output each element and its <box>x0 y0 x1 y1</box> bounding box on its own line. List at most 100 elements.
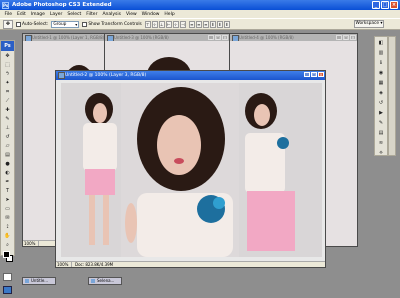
auto-select-label: Auto-Select: <box>22 21 49 27</box>
screen-mode-icon[interactable] <box>3 286 12 294</box>
transform-controls-option[interactable]: Show Transform Controls <box>82 21 142 27</box>
distribute-buttons: ≡ ≡ ≡ ⦀ ⦀ ⦀ <box>188 20 230 28</box>
align-bottom-icon[interactable]: ⊥ <box>158 20 165 28</box>
clone-stamp-icon[interactable]: ⊥ <box>2 124 13 132</box>
distribute-right-icon[interactable]: ⦀ <box>223 20 230 28</box>
distribute-left-icon[interactable]: ⦀ <box>209 20 216 28</box>
pen-icon[interactable]: ✒ <box>2 178 13 186</box>
menu-image[interactable]: Image <box>28 12 47 17</box>
tool-preset-picker[interactable]: ✥ <box>3 19 13 29</box>
document-window-2[interactable]: Untitled-3 @ 100% (RGB/8) _ □ × <box>104 33 230 73</box>
document-2-maximize-button[interactable]: □ <box>215 35 221 40</box>
distribute-middle-icon[interactable]: ≡ <box>195 20 202 28</box>
document-3-minimize-button[interactable]: _ <box>336 35 342 40</box>
blur-icon[interactable]: ● <box>2 160 13 168</box>
zoom-icon[interactable]: ⌕ <box>2 241 13 249</box>
slice-icon[interactable]: ⟋ <box>2 97 13 105</box>
minimized-doc-2[interactable]: Selena... <box>88 277 122 285</box>
transform-controls-checkbox[interactable] <box>82 21 88 27</box>
document-2-minimize-button[interactable]: _ <box>208 35 214 40</box>
active-document-controls: _ □ × <box>304 72 324 77</box>
styles-icon[interactable]: ◈ <box>376 89 386 97</box>
auto-select-dropdown[interactable]: Group <box>51 20 80 28</box>
navigator-icon[interactable]: ◧ <box>376 39 386 47</box>
path-selection-icon[interactable]: ➤ <box>2 196 13 204</box>
crop-icon[interactable]: ⌗ <box>2 88 13 96</box>
type-icon[interactable]: T <box>2 187 13 195</box>
lasso-icon[interactable]: ϟ <box>2 70 13 78</box>
layers-icon[interactable]: ▤ <box>376 129 386 137</box>
swatches-icon[interactable]: ▦ <box>376 79 386 87</box>
align-left-icon[interactable]: ⊢ <box>165 20 172 28</box>
channels-icon[interactable]: ≋ <box>376 139 386 147</box>
menu-help[interactable]: Help <box>162 12 177 17</box>
eraser-icon[interactable]: ▱ <box>2 142 13 150</box>
document-window-active[interactable]: Untitled-2 @ 100% (Layer 3, RGB/8) _ □ × <box>55 70 326 268</box>
active-document-size[interactable]: Doc: 823.8K/4.39M <box>72 262 113 267</box>
info-icon[interactable]: ℹ <box>376 59 386 67</box>
notes-icon[interactable]: ✉ <box>2 214 13 222</box>
align-top-icon[interactable]: ⊤ <box>144 20 151 28</box>
dodge-icon[interactable]: ◐ <box>2 169 13 177</box>
left-figure <box>83 93 117 245</box>
foreground-color-swatch[interactable] <box>3 251 10 258</box>
auto-select-option[interactable]: Auto-Select: <box>16 21 49 27</box>
minimized-doc-1[interactable]: Untitle... <box>22 277 56 285</box>
document-3-maximize-button[interactable]: □ <box>343 35 349 40</box>
align-middle-icon[interactable]: ⊹ <box>151 20 158 28</box>
document-1-zoom[interactable]: 100% <box>23 241 39 246</box>
active-document-minimize-button[interactable]: _ <box>304 72 310 77</box>
eyedropper-icon[interactable]: ⟟ <box>2 223 13 231</box>
active-document-zoom[interactable]: 100% <box>56 262 72 267</box>
shape-icon[interactable]: ▭ <box>2 205 13 213</box>
transform-controls-label: Show Transform Controls <box>88 21 142 27</box>
menu-filter[interactable]: Filter <box>84 12 100 17</box>
menu-view[interactable]: View <box>123 12 139 17</box>
align-center-icon[interactable]: ⊹ <box>172 20 179 28</box>
menu-select[interactable]: Select <box>65 12 84 17</box>
document-2-close-button[interactable]: × <box>222 35 228 40</box>
history-brush-icon[interactable]: ↺ <box>2 133 13 141</box>
active-document-maximize-button[interactable]: □ <box>311 72 317 77</box>
panel-dock-collapse-strip[interactable] <box>388 36 396 156</box>
toolbox-logo: Ps <box>1 41 14 51</box>
document-2-controls: _ □ × <box>208 35 228 40</box>
paths-icon[interactable]: ⟡ <box>376 149 386 157</box>
document-3-close-button[interactable]: × <box>350 35 356 40</box>
align-right-icon[interactable]: ⊣ <box>179 20 186 28</box>
marquee-icon[interactable]: ⬚ <box>2 61 13 69</box>
healing-brush-icon[interactable]: ✚ <box>2 106 13 114</box>
quick-mask-icon[interactable] <box>3 273 12 281</box>
actions-icon[interactable]: ▶ <box>376 109 386 117</box>
menu-edit[interactable]: Edit <box>15 12 29 17</box>
center-portrait <box>121 83 239 257</box>
align-buttons: ⊤ ⊹ ⊥ ⊢ ⊹ ⊣ <box>144 20 186 28</box>
menu-analysis[interactable]: Analysis <box>100 12 124 17</box>
active-document-canvas[interactable] <box>61 83 322 257</box>
magic-wand-icon[interactable]: ✦ <box>2 79 13 87</box>
histogram-icon[interactable]: ▥ <box>376 49 386 57</box>
move-icon[interactable]: ✥ <box>2 52 13 60</box>
distribute-center-icon[interactable]: ⦀ <box>216 20 223 28</box>
distribute-top-icon[interactable]: ≡ <box>188 20 195 28</box>
gradient-icon[interactable]: ▤ <box>2 151 13 159</box>
auto-select-checkbox[interactable] <box>16 21 21 27</box>
document-2-canvas[interactable] <box>105 41 229 72</box>
hand-icon[interactable]: ✋ <box>2 232 13 240</box>
tool-presets-icon[interactable]: ✎ <box>376 119 386 127</box>
title-bar: Ps Adobe Photoshop CS3 Extended _ □ × <box>0 0 400 10</box>
menu-layer[interactable]: Layer <box>47 12 65 17</box>
menu-window[interactable]: Window <box>139 12 162 17</box>
workspace-button[interactable]: Workspace ▾ <box>354 20 384 28</box>
close-button[interactable]: × <box>390 1 398 9</box>
minimize-button[interactable]: _ <box>372 1 380 9</box>
menu-file[interactable]: File <box>2 12 15 17</box>
distribute-bottom-icon[interactable]: ≡ <box>202 20 209 28</box>
active-document-close-button[interactable]: × <box>318 72 324 77</box>
brush-icon[interactable]: ✎ <box>2 115 13 123</box>
document-2-photo <box>147 57 191 72</box>
maximize-button[interactable]: □ <box>381 1 389 9</box>
panel-dock: ◧ ▥ ℹ ◉ ▦ ◈ ↺ ▶ ✎ ▤ ≋ ⟡ <box>374 36 388 156</box>
color-icon[interactable]: ◉ <box>376 69 386 77</box>
history-icon[interactable]: ↺ <box>376 99 386 107</box>
